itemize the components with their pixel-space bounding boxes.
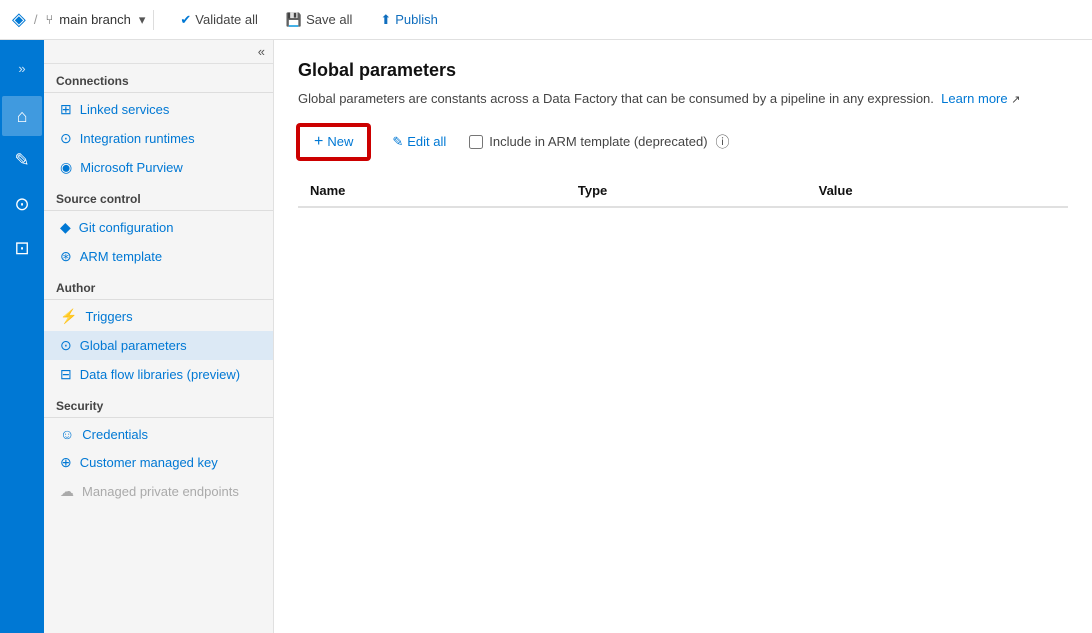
topbar-actions: ✔ Validate all 💾 Save all ⬆ Publish <box>174 8 444 32</box>
new-button-label: New <box>327 134 353 149</box>
data-flow-icon: ⊟ <box>60 366 72 383</box>
global-params-icon: ⊙ <box>60 337 72 354</box>
edit-icon: ✎ <box>392 134 403 150</box>
sidebar-item-linked-services-label: Linked services <box>80 102 170 117</box>
content-body: Global parameters Global parameters are … <box>274 40 1092 633</box>
sidebar-item-managed-private-endpoints: ☁ Managed private endpoints <box>44 477 273 506</box>
pencil-icon: ✎ <box>14 150 29 171</box>
sidebar-item-global-parameters[interactable]: ⊙ Global parameters <box>44 331 273 360</box>
bag-icon: ⊡ <box>14 238 29 259</box>
icon-strip: » ⌂ ✎ ⊙ ⊡ <box>0 40 44 633</box>
edit-all-label: Edit all <box>407 134 446 149</box>
sidebar-item-credentials[interactable]: ☺ Credentials <box>44 420 273 448</box>
publish-label: Publish <box>395 12 438 27</box>
col-name: Name <box>298 175 566 207</box>
sidebar-item-linked-services[interactable]: ⊞ Linked services <box>44 95 273 124</box>
bag-nav-button[interactable]: ⊡ <box>2 228 42 268</box>
home-icon: ⌂ <box>17 106 28 127</box>
breadcrumb-sep: / <box>34 12 38 27</box>
validate-icon: ✔ <box>180 12 191 28</box>
info-icon[interactable]: ⓘ <box>716 132 730 152</box>
save-label: Save all <box>306 12 352 27</box>
save-all-button[interactable]: 💾 Save all <box>280 8 358 32</box>
edit-all-button[interactable]: ✎ Edit all <box>377 127 461 157</box>
sidebar-item-arm-label: ARM template <box>80 249 162 264</box>
new-button[interactable]: + New <box>298 125 369 159</box>
include-arm-checkbox[interactable] <box>469 135 483 149</box>
triggers-icon: ⚡ <box>60 308 77 325</box>
external-link-icon: ↗ <box>1011 94 1020 106</box>
topbar-divider-1 <box>153 10 154 30</box>
col-type: Type <box>566 175 807 207</box>
toolbar-row: + New ✎ Edit all Include in ARM template… <box>298 125 1068 159</box>
sidebar-item-global-params-label: Global parameters <box>80 338 187 353</box>
sidebar: « Connections ⊞ Linked services ⊙ Integr… <box>44 40 274 633</box>
sidebar-item-data-flow-label: Data flow libraries (preview) <box>80 367 240 382</box>
monitor-icon: ⊙ <box>14 194 29 215</box>
linked-services-icon: ⊞ <box>60 101 72 118</box>
integration-runtimes-icon: ⊙ <box>60 130 72 147</box>
sidebar-item-microsoft-purview[interactable]: ◉ Microsoft Purview <box>44 153 273 182</box>
sidebar-item-integration-runtimes-label: Integration runtimes <box>80 131 195 146</box>
publish-button[interactable]: ⬆ Publish <box>374 8 444 32</box>
validate-label: Validate all <box>195 12 258 27</box>
plus-icon: + <box>314 133 323 151</box>
table-header-row: Name Type Value <box>298 175 1068 207</box>
sidebar-item-git-configuration[interactable]: ◆ Git configuration <box>44 213 273 242</box>
sidebar-item-integration-runtimes[interactable]: ⊙ Integration runtimes <box>44 124 273 153</box>
branch-label: main branch <box>59 12 131 27</box>
sidebar-item-arm-template[interactable]: ⊛ ARM template <box>44 242 273 271</box>
content-area: Global parameters Global parameters are … <box>274 40 1092 633</box>
customer-key-icon: ⊕ <box>60 454 72 471</box>
include-arm-checkbox-label[interactable]: Include in ARM template (deprecated) <box>469 134 707 149</box>
parameters-table: Name Type Value <box>298 175 1068 208</box>
sidebar-section-author: Author <box>44 271 273 300</box>
sidebar-collapse-button[interactable]: « <box>44 40 273 64</box>
branch-icon: ⑂ <box>45 12 53 27</box>
purview-icon: ◉ <box>60 159 72 176</box>
sidebar-section-connections: Connections <box>44 64 273 93</box>
collapse-strip-button[interactable]: » <box>2 48 42 88</box>
sidebar-item-customer-key-label: Customer managed key <box>80 455 218 470</box>
collapse-icon: « <box>258 44 265 59</box>
sidebar-item-data-flow-libraries[interactable]: ⊟ Data flow libraries (preview) <box>44 360 273 389</box>
sidebar-item-triggers[interactable]: ⚡ Triggers <box>44 302 273 331</box>
brand-icon: ◈ <box>12 9 26 30</box>
sidebar-section-source-control: Source control <box>44 182 273 211</box>
validate-all-button[interactable]: ✔ Validate all <box>174 8 264 32</box>
arm-icon: ⊛ <box>60 248 72 265</box>
branch-dropdown-icon[interactable]: ▾ <box>139 12 146 28</box>
col-value: Value <box>807 175 1068 207</box>
monitor-nav-button[interactable]: ⊙ <box>2 184 42 224</box>
sidebar-section-security: Security <box>44 389 273 418</box>
home-nav-button[interactable]: ⌂ <box>2 96 42 136</box>
git-icon: ◆ <box>60 219 71 236</box>
page-description: Global parameters are constants across a… <box>298 89 1068 109</box>
topbar: ◈ / ⑂ main branch ▾ ✔ Validate all 💾 Sav… <box>0 0 1092 40</box>
private-endpoints-icon: ☁ <box>60 483 74 500</box>
learn-more-link[interactable]: Learn more <box>941 91 1007 106</box>
credentials-icon: ☺ <box>60 426 74 442</box>
publish-icon: ⬆ <box>380 12 391 28</box>
save-icon: 💾 <box>286 12 302 28</box>
include-arm-label: Include in ARM template (deprecated) <box>489 134 707 149</box>
sidebar-item-private-endpoints-label: Managed private endpoints <box>82 484 239 499</box>
sidebar-item-triggers-label: Triggers <box>85 309 132 324</box>
sidebar-item-credentials-label: Credentials <box>82 427 148 442</box>
page-title: Global parameters <box>298 60 1068 81</box>
brand-area: ◈ / ⑂ main branch ▾ <box>12 9 145 30</box>
pencil-nav-button[interactable]: ✎ <box>2 140 42 180</box>
sidebar-item-git-label: Git configuration <box>79 220 174 235</box>
sidebar-item-purview-label: Microsoft Purview <box>80 160 183 175</box>
main-layout: » ⌂ ✎ ⊙ ⊡ « Connections ⊞ Linked service… <box>0 40 1092 633</box>
sidebar-item-customer-managed-key[interactable]: ⊕ Customer managed key <box>44 448 273 477</box>
page-desc-text: Global parameters are constants across a… <box>298 91 934 106</box>
